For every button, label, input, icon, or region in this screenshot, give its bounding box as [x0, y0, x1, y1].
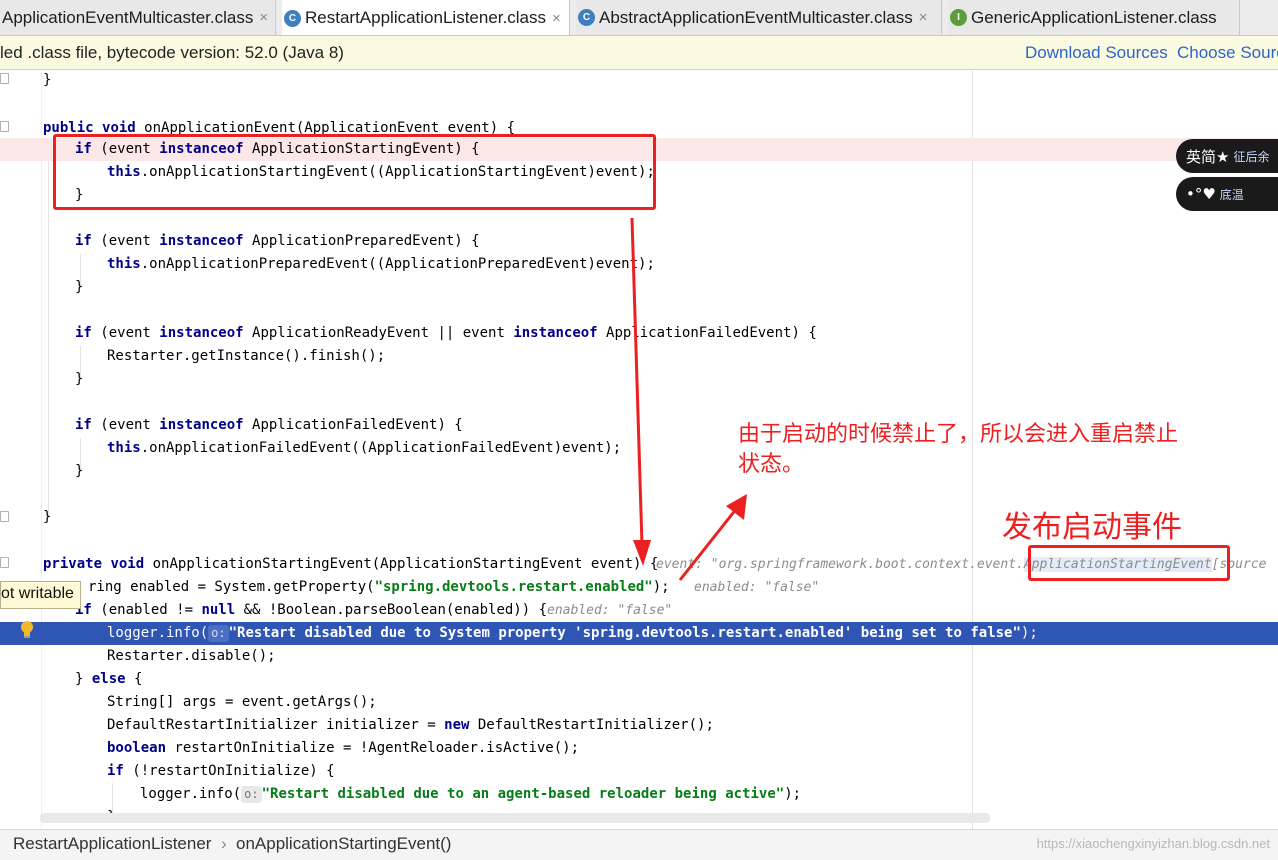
arrow-diagonal-line — [678, 507, 739, 581]
ime-badge-main: 英简★ — [1186, 147, 1230, 166]
lightbulb-icon[interactable] — [19, 620, 35, 640]
arrow-down-line — [630, 217, 644, 546]
ime-badge-main: •°♥ — [1186, 185, 1216, 203]
breadcrumb-separator: › — [221, 834, 227, 853]
annotation-publish-event: 发布启动事件 — [1002, 510, 1182, 545]
ime-skin-badge[interactable]: •°♥ 底温 — [1176, 177, 1278, 211]
annotation-note: 由于启动的时候禁止了，所以会进入重启禁止 状态。 — [738, 422, 1179, 477]
watermark: https://xiaochengxinyizhan.blog.csdn.net — [1036, 836, 1270, 851]
ime-badge-sub: 征后余 — [1233, 149, 1270, 164]
not-writable-tooltip: ot writable — [0, 581, 81, 609]
breadcrumb: RestartApplicationListener › onApplicati… — [0, 829, 1278, 860]
breadcrumb-method[interactable]: onApplicationStartingEvent() — [236, 834, 451, 854]
arrow-down-head-icon — [633, 540, 651, 566]
ime-badge-sub: 底温 — [1219, 187, 1244, 202]
breadcrumb-class[interactable]: RestartApplicationListener — [13, 834, 211, 854]
ime-badge[interactable]: 英简★ 征后余 — [1176, 139, 1278, 173]
